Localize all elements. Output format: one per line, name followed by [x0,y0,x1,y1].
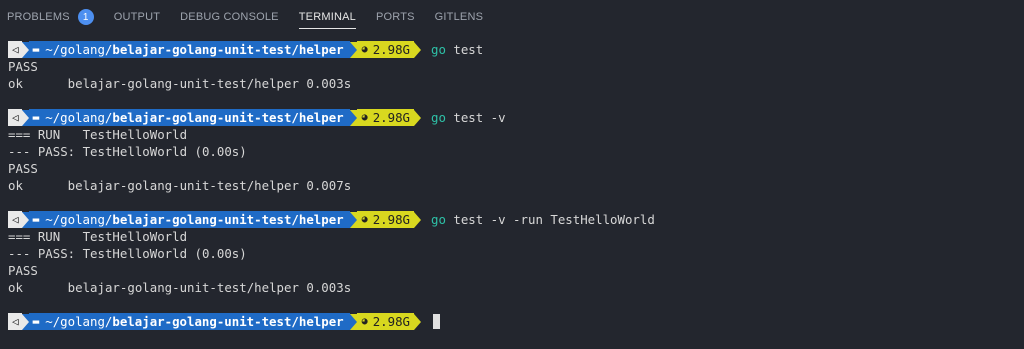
shell-prompt: ◁ ▬ ~/golang/belajar-golang-unit-test/help… [8,41,1016,58]
tab-label: TERMINAL [298,11,356,23]
command-args: test [445,42,484,57]
powerline-separator [349,211,357,228]
tab-label: GITLENS [434,11,484,23]
path-prefix: ~/golang/ [45,212,113,227]
memory-value: 2.98G [372,110,410,125]
terminal-cursor[interactable] [433,314,440,329]
output-line: === RUN TestHelloWorld [8,229,188,244]
tab-debug-console[interactable]: DEBUG CONSOLE [180,0,279,34]
memory-segment: ◕ 2.98G [356,109,414,126]
output-line: --- PASS: TestHelloWorld (0.00s) [8,144,247,159]
powerline-separator [349,109,357,126]
tab-label: PORTS [375,11,415,23]
memory-segment: ◕ 2.98G [356,41,414,58]
terminal-output[interactable]: ◁ ▬ ~/golang/belajar-golang-unit-test/help… [8,41,1016,330]
output-line: ok belajar-golang-unit-test/helper 0.003… [8,76,352,91]
command-name: go [431,212,446,227]
panel-tab-bar: PROBLEMS 1 OUTPUT DEBUG CONSOLE TERMINAL… [0,0,1024,34]
command-name: go [431,42,446,57]
tab-problems[interactable]: PROBLEMS 1 [7,0,94,34]
command-args: test -v -run TestHelloWorld [445,212,655,227]
output-line: --- PASS: TestHelloWorld (0.00s) [8,246,247,261]
path-prefix: ~/golang/ [45,314,113,329]
memory-value: 2.98G [372,212,410,227]
output-line: PASS [8,59,38,74]
gauge-icon: ◕ [361,316,368,327]
powerline-separator [21,313,29,330]
path-prefix: ~/golang/ [45,42,113,57]
folder-icon: ▬ [32,213,40,226]
os-segment-icon: ◁ [8,211,22,228]
problems-count-badge: 1 [77,9,94,25]
powerline-separator [21,41,29,58]
shell-prompt: ◁ ▬ ~/golang/belajar-golang-unit-test/help… [8,313,1016,330]
folder-icon: ▬ [32,43,40,56]
memory-segment: ◕ 2.98G [356,313,414,330]
terminal-panel: PROBLEMS 1 OUTPUT DEBUG CONSOLE TERMINAL… [0,0,1024,349]
tab-gitlens[interactable]: GITLENS [435,0,483,34]
gauge-icon: ◕ [361,214,368,225]
powerline-separator [21,211,29,228]
output-line: PASS [8,263,38,278]
powerline-separator [21,109,29,126]
output-line: ok belajar-golang-unit-test/helper 0.007… [8,178,352,193]
command-text: go test [431,42,483,57]
path-current-dir: belajar-golang-unit-test/helper [112,212,344,227]
tab-label: DEBUG CONSOLE [180,11,279,23]
path-segment: ▬ ~/golang/belajar-golang-unit-test/helpe… [28,211,350,228]
powerline-separator [414,41,421,58]
command-text: go test -v [431,110,506,125]
folder-icon: ▬ [32,111,40,124]
powerline-separator [349,41,357,58]
tab-ports[interactable]: PORTS [376,0,415,34]
path-prefix: ~/golang/ [45,110,113,125]
tab-label: OUTPUT [113,11,161,23]
shell-prompt: ◁ ▬ ~/golang/belajar-golang-unit-test/help… [8,109,1016,126]
path-current-dir: belajar-golang-unit-test/helper [112,110,344,125]
path-current-dir: belajar-golang-unit-test/helper [112,42,344,57]
os-segment-icon: ◁ [8,41,22,58]
powerline-separator [414,211,421,228]
memory-value: 2.98G [372,314,410,329]
output-line: ok belajar-golang-unit-test/helper 0.003… [8,280,352,295]
powerline-separator [414,313,421,330]
tab-terminal[interactable]: TERMINAL [298,0,357,34]
powerline-separator [414,109,421,126]
command-args: test -v [445,110,506,125]
command-text: go test -v -run TestHelloWorld [431,212,655,227]
output-line: PASS [8,161,38,176]
path-segment: ▬ ~/golang/belajar-golang-unit-test/helpe… [28,313,350,330]
folder-icon: ▬ [32,315,40,328]
memory-value: 2.98G [372,42,410,57]
path-segment: ▬ ~/golang/belajar-golang-unit-test/helpe… [28,109,350,126]
path-segment: ▬ ~/golang/belajar-golang-unit-test/helpe… [28,41,350,58]
command-name: go [431,110,446,125]
tab-label: PROBLEMS [7,11,70,23]
tab-output[interactable]: OUTPUT [114,0,160,34]
path-current-dir: belajar-golang-unit-test/helper [112,314,344,329]
shell-prompt: ◁ ▬ ~/golang/belajar-golang-unit-test/help… [8,211,1016,228]
memory-segment: ◕ 2.98G [356,211,414,228]
gauge-icon: ◕ [361,44,368,55]
os-segment-icon: ◁ [8,109,22,126]
os-segment-icon: ◁ [8,313,22,330]
output-line: === RUN TestHelloWorld [8,127,188,142]
powerline-separator [349,313,357,330]
gauge-icon: ◕ [361,112,368,123]
